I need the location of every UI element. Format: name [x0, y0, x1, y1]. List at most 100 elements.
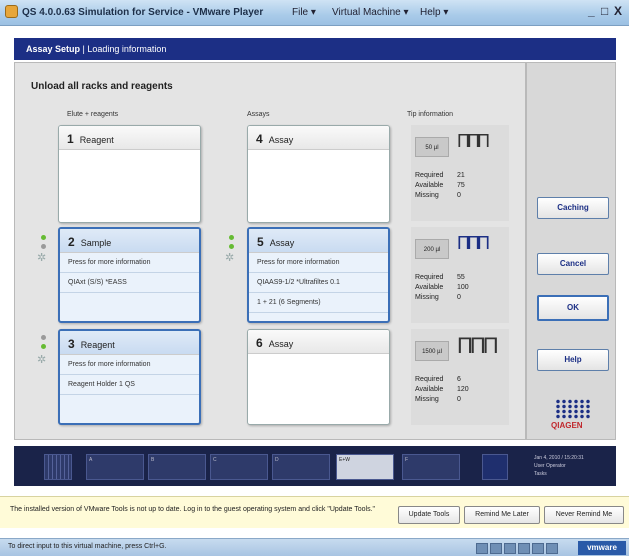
column-header-tip-info: Tip information — [407, 111, 454, 118]
slot-card-6[interactable]: 6 Assay — [247, 329, 390, 425]
cancel-button[interactable]: Cancel — [537, 253, 609, 275]
card-info-line: 1 + 21 (6 Segments) — [249, 293, 388, 313]
required-label: Required — [415, 172, 444, 179]
slot-label: Assay — [268, 135, 294, 145]
card-info-line: Press for more information — [60, 253, 199, 273]
maximize-button[interactable]: □ — [601, 4, 608, 18]
slot-card-3[interactable]: 3 Reagent Press for more information Reag… — [58, 329, 201, 425]
never-remind-button[interactable]: Never Remind Me — [544, 506, 624, 524]
window-title: QS 4.0.0.63 Simulation for Service - VMw… — [22, 7, 264, 18]
status-dot — [41, 244, 46, 249]
slot-label: Sample — [80, 238, 112, 248]
vmware-logo: vmware — [578, 541, 626, 555]
strip-slot[interactable]: F — [402, 454, 460, 480]
strip-slot[interactable]: A — [86, 454, 144, 480]
card-header: 6 Assay — [248, 330, 389, 354]
device-icon[interactable] — [532, 543, 544, 554]
menu-file[interactable]: File ▾ — [292, 7, 316, 18]
strip-slot[interactable]: D — [272, 454, 330, 480]
update-tools-button[interactable]: Update Tools — [398, 506, 460, 524]
tip-info-200: 200 µl ΠΠΠ Required 55 Available 100 Missi… — [411, 227, 509, 323]
status-bar: To direct input to this virtual machine,… — [0, 538, 629, 556]
tip-stats: Required 6 Available 120 Missing 0 — [415, 375, 505, 405]
remind-later-button[interactable]: Remind Me Later — [464, 506, 540, 524]
slot-card-4[interactable]: 4 Assay — [247, 125, 390, 223]
available-label: Available — [415, 182, 444, 189]
missing-value: 0 — [457, 396, 461, 403]
tip-size-badge: 50 µl — [415, 137, 449, 157]
strip-slot[interactable] — [44, 454, 72, 480]
card-info-line: QIAxt (S/S) *EASS — [60, 273, 199, 293]
instrument-strip: A B C D E+W F Jan 4, 2010 / 15:20:31 Use… — [14, 446, 616, 486]
available-label: Available — [415, 386, 444, 393]
slot-number: 2 — [68, 235, 75, 249]
card-info-line: Reagent Holder 1 QS — [60, 375, 199, 395]
gear-icon: ✲ — [37, 354, 47, 366]
status-dot — [229, 244, 234, 249]
tip-size-badge: 1500 µl — [415, 341, 449, 361]
tip-stats: Required 21 Available 75 Missing 0 — [415, 171, 505, 201]
required-label: Required — [415, 376, 444, 383]
menu-help[interactable]: Help ▾ — [420, 7, 448, 18]
required-value: 6 — [457, 376, 461, 383]
window-title-bar[interactable]: QS 4.0.0.63 Simulation for Service - VMw… — [0, 0, 629, 26]
panel-heading: Unload all racks and reagents — [31, 81, 173, 92]
required-label: Required — [415, 274, 444, 281]
status-dot — [41, 235, 46, 240]
caching-button[interactable]: Caching — [537, 197, 609, 219]
minimize-button[interactable]: _ — [588, 4, 595, 18]
column-header-elute: Elute + reagents — [67, 111, 119, 118]
page-title: Assay Setup — [26, 44, 81, 54]
status-dot — [229, 235, 234, 240]
available-value: 120 — [457, 386, 469, 393]
close-button[interactable]: X — [614, 4, 622, 18]
slot-label: Reagent — [79, 135, 114, 145]
missing-label: Missing — [415, 396, 439, 403]
status-dot — [41, 335, 46, 340]
required-value: 21 — [457, 172, 465, 179]
status-datetime: Jan 4, 2010 / 15:20:31 — [534, 455, 584, 461]
available-label: Available — [415, 284, 444, 291]
slot-card-1[interactable]: 1 Reagent — [58, 125, 201, 223]
ok-button[interactable]: OK — [537, 295, 609, 321]
slot-number: 5 — [257, 235, 264, 249]
strip-slot[interactable]: B — [148, 454, 206, 480]
strip-slot[interactable]: C — [210, 454, 268, 480]
status-dot — [41, 344, 46, 349]
available-value: 75 — [457, 182, 465, 189]
device-icon[interactable] — [476, 543, 488, 554]
card-header: 5 Assay — [249, 229, 388, 253]
missing-value: 0 — [457, 192, 461, 199]
main-panel: Unload all racks and reagents Elute + re… — [14, 62, 526, 440]
slot-number: 3 — [68, 337, 75, 351]
column-header-assays: Assays — [247, 111, 270, 118]
tip-info-1500: 1500 µl ΠΠΠ Required 6 Available 120 Missi… — [411, 329, 509, 425]
slot-number: 1 — [67, 132, 74, 146]
side-panel: Caching Cancel OK Help QIAGEN — [526, 62, 616, 440]
device-icon[interactable] — [490, 543, 502, 554]
slot-card-2[interactable]: 2 Sample Press for more information QIAxt… — [58, 227, 201, 323]
tip-stats: Required 55 Available 100 Missing 0 — [415, 273, 505, 303]
device-icon[interactable] — [504, 543, 516, 554]
gear-icon: ✲ — [225, 252, 235, 264]
slot-label: Assay — [269, 238, 295, 248]
tip-size-badge: 200 µl — [415, 239, 449, 259]
strip-slot[interactable] — [482, 454, 508, 480]
available-value: 100 — [457, 284, 469, 291]
tip-info-50: 50 µl ΠΠΠ Required 21 Available 75 Missing… — [411, 125, 509, 221]
card-header: 3 Reagent — [60, 331, 199, 355]
pipette-tips-icon: ΠΠΠ — [457, 233, 490, 253]
card-info-line: Press for more information — [249, 253, 388, 273]
card-info-line: Press for more information — [60, 355, 199, 375]
device-icon[interactable] — [546, 543, 558, 554]
device-icon[interactable] — [518, 543, 530, 554]
card-header: 2 Sample — [60, 229, 199, 253]
menu-virtual-machine[interactable]: Virtual Machine ▾ — [332, 7, 409, 18]
card-header: 1 Reagent — [59, 126, 200, 150]
slot-card-5[interactable]: 5 Assay Press for more information QIAAS9… — [247, 227, 390, 323]
help-button[interactable]: Help — [537, 349, 609, 371]
strip-slot-active[interactable]: E+W — [336, 454, 394, 480]
missing-value: 0 — [457, 294, 461, 301]
pipette-tips-icon: ΠΠΠ — [457, 333, 499, 358]
breadcrumb-current: Loading information — [87, 44, 167, 54]
